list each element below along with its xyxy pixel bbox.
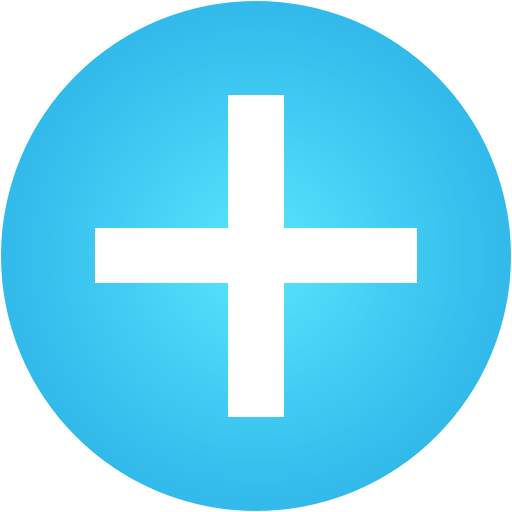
add-button[interactable] — [1, 1, 511, 511]
plus-icon — [1, 1, 511, 511]
icon-canvas — [0, 0, 512, 512]
plus-horizontal-bar — [95, 228, 417, 283]
